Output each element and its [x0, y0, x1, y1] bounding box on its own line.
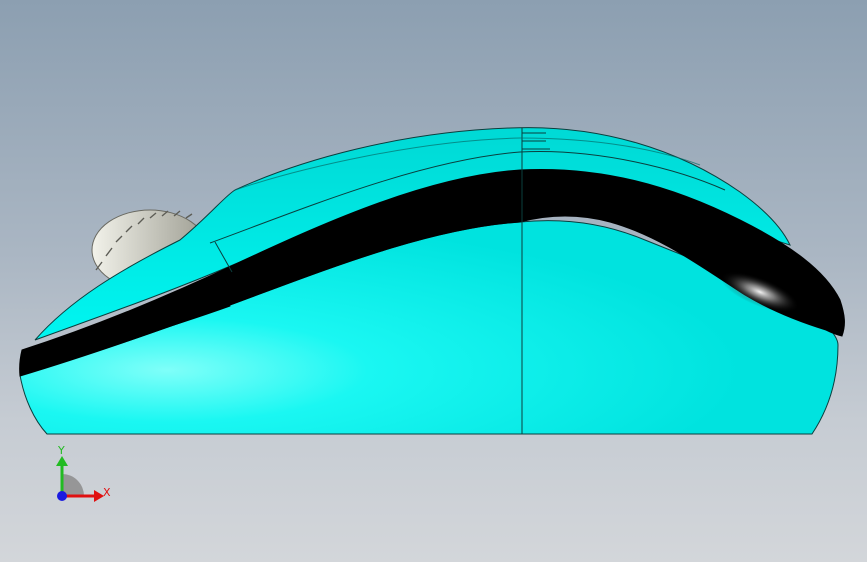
x-axis-label: X [103, 486, 111, 499]
z-axis-dot [57, 491, 67, 501]
3d-model-viewport[interactable] [0, 0, 867, 562]
coordinate-triad: Y X [56, 444, 111, 502]
y-axis-label: Y [57, 444, 65, 457]
